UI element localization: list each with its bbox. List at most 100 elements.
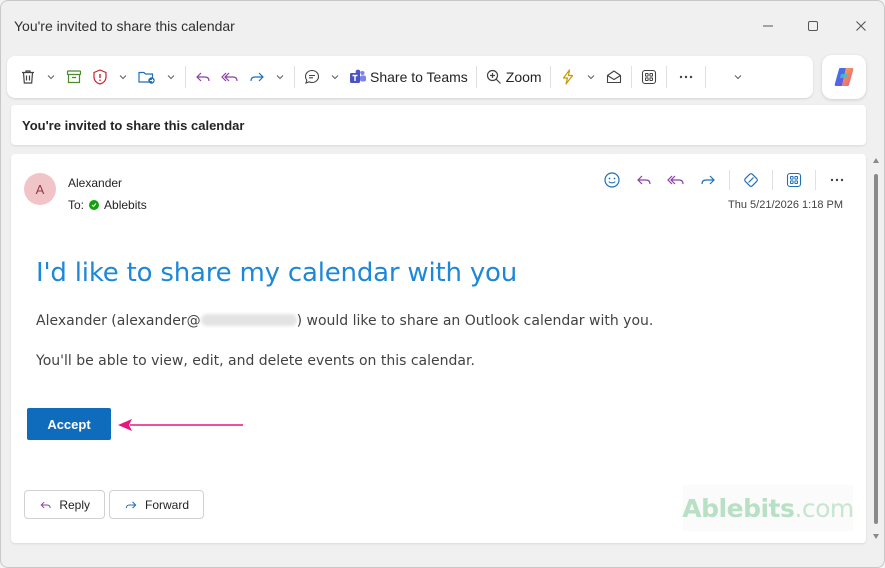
share-to-teams-button[interactable]: Share to Teams	[345, 62, 472, 92]
forward-action-button[interactable]	[693, 166, 723, 194]
apps-action-button[interactable]	[779, 166, 809, 194]
toolbar-divider	[665, 66, 667, 88]
trash-icon	[22, 70, 34, 84]
quick-steps-button[interactable]	[555, 62, 581, 92]
toolbar-divider	[475, 66, 477, 88]
actions-divider	[815, 170, 816, 190]
toolbar-divider	[185, 66, 186, 88]
reply-button[interactable]: Reply	[24, 490, 105, 519]
chevron-down-icon	[47, 75, 55, 80]
zoom-icon	[486, 69, 501, 84]
window-title: You're invited to share this calendar	[14, 18, 235, 34]
forward-label: Forward	[144, 497, 189, 512]
forward-button[interactable]: Forward	[109, 490, 204, 519]
copilot-icon	[834, 68, 854, 86]
scroll-down-arrow[interactable]	[873, 534, 879, 539]
recipient-name[interactable]: Ablebits	[104, 198, 147, 212]
chevron-down-icon	[587, 75, 594, 80]
forward-ribbon-button[interactable]	[244, 62, 270, 92]
copilot-button[interactable]	[822, 55, 866, 99]
more-actions-button[interactable]	[822, 166, 852, 194]
outlook-message-window: You're invited to share this calendar Sh…	[0, 0, 885, 568]
message-timestamp: Thu 5/21/2026 1:18 PM	[728, 199, 843, 211]
pointer-arrow-icon	[118, 419, 243, 431]
reply-label: Reply	[59, 497, 90, 512]
report-dropdown[interactable]	[113, 62, 133, 92]
move-to-folder-icon	[138, 71, 155, 84]
accept-button[interactable]: Accept	[27, 408, 111, 440]
chevron-down-icon	[167, 75, 175, 80]
reply-all-action-button[interactable]	[661, 166, 691, 194]
delete-dropdown[interactable]	[41, 62, 61, 92]
redacted-email-domain	[200, 314, 297, 326]
chevron-down-icon	[734, 75, 741, 80]
forward-icon	[125, 501, 137, 508]
reply-all-icon	[221, 72, 238, 82]
reply-ribbon-button[interactable]	[190, 62, 216, 92]
reply-all-ribbon-button[interactable]	[216, 62, 244, 92]
presence-available-icon	[89, 200, 100, 210]
close-button[interactable]	[846, 11, 876, 41]
ribbon-toolbar: Share to Teams Zoom	[7, 56, 813, 98]
title-bar: You're invited to share this calendar	[1, 1, 884, 51]
more-icon	[830, 178, 844, 182]
close-icon	[856, 21, 866, 31]
message-card: A Alexander To: Ablebits Thu 5/21/2026 1…	[11, 154, 866, 543]
ribbon-expand-dropdown[interactable]	[728, 62, 748, 92]
archive-icon	[66, 70, 82, 84]
scroll-up-arrow[interactable]	[873, 158, 879, 163]
watermark-suffix: .com	[794, 493, 854, 523]
sender-name[interactable]: Alexander	[68, 176, 122, 190]
report-icon	[93, 69, 107, 85]
actions-divider	[729, 170, 730, 190]
toolbar-divider	[630, 66, 632, 88]
vertical-scrollbar[interactable]	[870, 154, 882, 543]
archive-button[interactable]	[61, 62, 87, 92]
to-label: To:	[68, 198, 85, 212]
mark-read-button[interactable]	[601, 62, 627, 92]
apps-icon	[641, 69, 656, 85]
apps-button[interactable]	[636, 62, 662, 92]
chat-dropdown[interactable]	[325, 62, 345, 92]
apps-icon	[786, 172, 802, 188]
recipient-line: To: Ablebits	[68, 198, 147, 212]
share-to-teams-label: Share to Teams	[370, 69, 468, 85]
toolbar-divider	[549, 66, 551, 88]
minimize-icon	[763, 25, 773, 27]
move-dropdown[interactable]	[161, 62, 181, 92]
more-icon	[679, 75, 692, 79]
loop-button[interactable]	[736, 166, 766, 194]
scroll-thumb[interactable]	[874, 174, 878, 524]
ablebits-watermark: Ablebits .com	[682, 485, 854, 531]
zoom-label: Zoom	[505, 69, 542, 85]
respond-dropdown[interactable]	[270, 62, 290, 92]
reply-icon	[196, 72, 210, 82]
reply-icon	[40, 501, 51, 508]
quick-steps-dropdown[interactable]	[581, 62, 601, 92]
toolbar-divider	[294, 66, 295, 88]
react-button[interactable]	[597, 166, 627, 194]
maximize-button[interactable]	[798, 11, 828, 41]
minimize-button[interactable]	[753, 11, 783, 41]
teams-icon	[350, 69, 366, 83]
more-options-button[interactable]	[671, 62, 701, 92]
invite-text-end: ) would like to share an Outlook calenda…	[296, 313, 654, 329]
permissions-note: You'll be able to view, edit, and delete…	[36, 353, 475, 369]
delete-button[interactable]	[15, 62, 41, 92]
emoji-icon	[604, 172, 620, 188]
watermark-brand: Ablebits	[682, 493, 795, 523]
chevron-down-icon	[276, 75, 284, 80]
move-button[interactable]	[133, 62, 161, 92]
lightning-icon	[562, 69, 573, 85]
report-button[interactable]	[87, 62, 113, 92]
maximize-icon	[808, 21, 818, 31]
zoom-button[interactable]: Zoom	[481, 62, 546, 92]
chevron-down-icon	[119, 75, 127, 80]
chat-icon	[304, 69, 320, 84]
reply-action-button[interactable]	[629, 166, 659, 194]
avatar[interactable]: A	[24, 173, 56, 205]
message-subject: You're invited to share this calendar	[22, 118, 245, 133]
chevron-down-icon	[331, 75, 339, 80]
forward-icon	[701, 175, 715, 185]
chat-button[interactable]	[299, 62, 325, 92]
